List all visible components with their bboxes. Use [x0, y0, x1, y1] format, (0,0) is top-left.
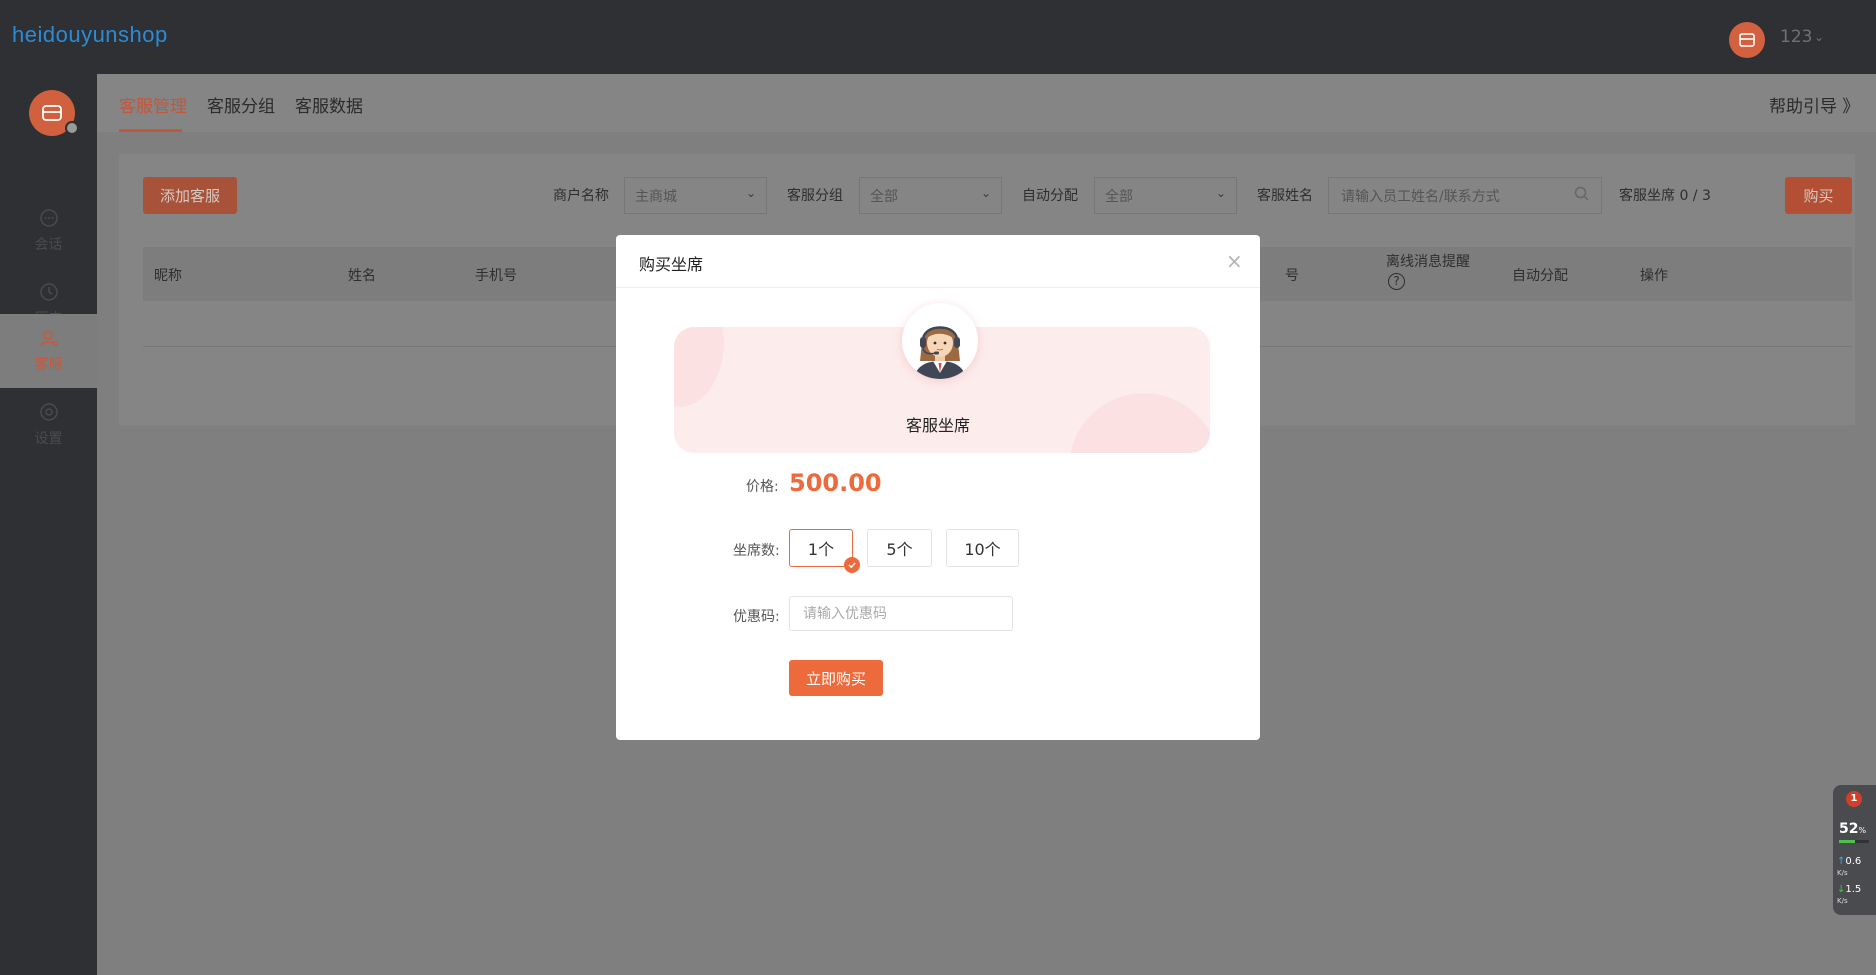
merchant-label: 商户名称 [553, 188, 609, 204]
chevron-down-icon[interactable]: ⌄ [1814, 30, 1824, 44]
tab-service-group[interactable]: 客服分组 [207, 92, 275, 117]
download-unit: K/s [1837, 897, 1848, 905]
col-auto-assign: 自动分配 [1512, 268, 1568, 284]
group-select[interactable]: 全部 ⌄ [859, 177, 1002, 214]
download-speed: ↓1.5 K/s [1837, 884, 1861, 907]
upload-speed-value: 0.6 [1845, 856, 1862, 867]
service-name-label: 客服姓名 [1257, 188, 1313, 204]
chevron-down-icon: ⌄ [1215, 186, 1226, 200]
top-bar: heidouyunshop 123 ⌄ [0, 0, 1876, 74]
seat-count-label: 坐席数: [733, 543, 780, 559]
store-icon [1739, 33, 1755, 47]
col-hidden: 号 [1285, 268, 1299, 284]
upload-unit: K/s [1837, 869, 1848, 877]
buy-button[interactable]: 购买 [1785, 177, 1852, 214]
logo[interactable]: heidouyunshop [12, 22, 168, 48]
group-select-value: 全部 [870, 188, 898, 205]
auto-assign-select[interactable]: 全部 ⌄ [1094, 177, 1237, 214]
sidebar-item-label: 会话 [34, 237, 63, 253]
auto-assign-label: 自动分配 [1022, 188, 1078, 204]
upload-speed: ↑0.6 K/s [1837, 856, 1861, 879]
memory-percent: 52% [1839, 821, 1866, 837]
active-tab-indicator [119, 129, 182, 132]
user-icon [39, 330, 58, 347]
price-value: 500.00 [789, 469, 882, 497]
col-name: 姓名 [348, 268, 376, 284]
sidebar: 会话 历史 客服 设置 [0, 74, 97, 975]
agent-avatar [902, 303, 978, 379]
status-dot [65, 121, 79, 135]
sidebar-item-label: 客服 [34, 357, 63, 373]
seat-option-1[interactable]: 1个 [789, 529, 853, 567]
modal-header: 购买坐席 × [616, 235, 1260, 288]
sidebar-item-service[interactable]: 客服 [0, 314, 97, 388]
purchase-now-button[interactable]: 立即购买 [789, 660, 883, 696]
tab-service-data[interactable]: 客服数据 [295, 92, 363, 117]
search-input[interactable]: 请输入员工姓名/联系方式 [1328, 177, 1602, 214]
seat-option-10[interactable]: 10个 [946, 529, 1019, 567]
col-offline-label: 离线消息提醒 [1386, 254, 1470, 270]
col-nickname: 昵称 [154, 268, 182, 284]
customer-service-agent-icon [914, 326, 966, 379]
percent-unit: % [1858, 826, 1867, 835]
col-phone: 手机号 [475, 268, 517, 284]
seat-option-5[interactable]: 5个 [867, 529, 932, 567]
tab-service-management[interactable]: 客服管理 [119, 92, 187, 117]
gear-icon [39, 403, 58, 421]
sidebar-item-label: 设置 [34, 431, 63, 447]
user-avatar[interactable] [1729, 22, 1765, 58]
clock-icon [39, 283, 58, 301]
chevron-down-icon: ⌄ [745, 186, 756, 200]
memory-percent-value: 52 [1839, 821, 1859, 837]
coupon-input[interactable] [789, 596, 1013, 631]
user-name[interactable]: 123 [1780, 27, 1812, 47]
price-label: 价格: [746, 479, 779, 495]
help-icon[interactable]: ? [1388, 273, 1405, 290]
col-operations: 操作 [1640, 268, 1668, 284]
group-label: 客服分组 [787, 188, 843, 204]
sidebar-item-chat[interactable]: 会话 [0, 194, 97, 268]
download-speed-value: 1.5 [1845, 884, 1862, 895]
modal-title: 购买坐席 [639, 255, 704, 274]
col-offline-reminder: 离线消息提醒 ? [1386, 253, 1470, 290]
seat-count: 客服坐席 0 / 3 [1619, 188, 1711, 204]
usage-bar [1839, 840, 1869, 843]
close-icon[interactable]: × [1226, 249, 1243, 273]
usage-bar-fill [1839, 840, 1855, 843]
chat-icon [39, 209, 58, 227]
card-decoration [674, 327, 724, 407]
seat-card-label: 客服坐席 [905, 416, 970, 435]
help-guide-link[interactable]: 帮助引导 》 [1769, 92, 1859, 117]
chevron-down-icon: ⌄ [980, 186, 991, 200]
check-icon [844, 557, 860, 573]
search-icon [1574, 186, 1589, 201]
tabs-bar: 客服管理 客服分组 客服数据 帮助引导 》 [97, 74, 1876, 132]
coupon-label: 优惠码: [733, 609, 780, 625]
system-monitor-widget[interactable]: 1 52% ↑0.6 K/s ↓1.5 K/s [1833, 785, 1876, 915]
add-service-button[interactable]: 添加客服 [143, 177, 237, 214]
purchase-seat-modal: 购买坐席 × 客服坐席 价格: 500.00 坐席数: 1个 5个 10个 优惠… [616, 235, 1260, 740]
store-icon [42, 105, 62, 121]
merchant-select-value: 主商城 [635, 188, 677, 205]
search-placeholder: 请输入员工姓名/联系方式 [1341, 188, 1500, 205]
merchant-select[interactable]: 主商城 ⌄ [624, 177, 767, 214]
sidebar-item-settings[interactable]: 设置 [0, 388, 97, 462]
auto-assign-select-value: 全部 [1105, 188, 1133, 205]
notification-badge: 1 [1846, 791, 1862, 807]
